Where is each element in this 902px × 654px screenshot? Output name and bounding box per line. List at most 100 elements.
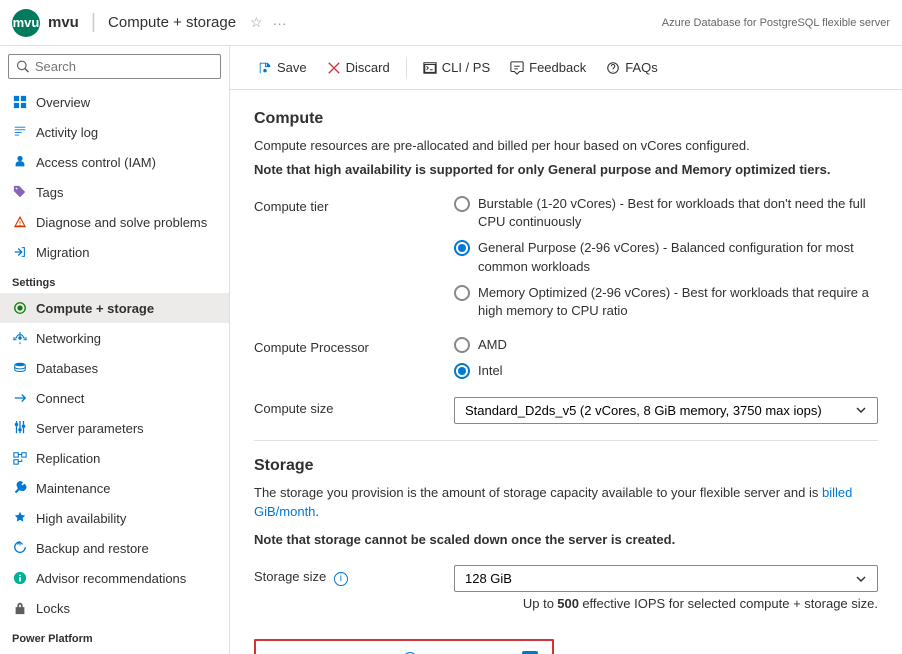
tier-memory[interactable]: Memory Optimized (2-96 vCores) - Best fo…: [454, 284, 878, 320]
sidebar-item-advisor[interactable]: Advisor recommendations: [0, 563, 229, 593]
save-button[interactable]: Save: [250, 55, 315, 80]
sidebar-item-access-control[interactable]: Access control (IAM): [0, 147, 229, 177]
storage-size-content: 128 GiB Up to 500 effective IOPS for sel…: [454, 565, 878, 611]
cli-ps-button[interactable]: CLI / PS: [415, 55, 498, 80]
server-params-label: Server parameters: [36, 421, 144, 436]
iops-value: 500: [557, 596, 579, 611]
title-separator: |: [91, 11, 96, 34]
sidebar-item-replication[interactable]: Replication: [0, 443, 229, 473]
storage-size-label: Storage size: [254, 569, 326, 584]
chevron-down-icon: [855, 404, 867, 416]
diagnose-icon: [12, 214, 28, 230]
iops-suffix: effective IOPS for selected compute + st…: [582, 596, 878, 611]
backup-icon: [12, 540, 28, 556]
maintenance-label: Maintenance: [36, 481, 110, 496]
processor-amd[interactable]: AMD: [454, 336, 878, 354]
compute-desc1: Compute resources are pre-allocated and …: [254, 136, 878, 156]
compute-size-select[interactable]: Standard_D2ds_v5 (2 vCores, 8 GiB memory…: [454, 397, 878, 424]
compute-desc2-strong: Note that high availability is supported…: [254, 162, 830, 177]
databases-icon: [12, 360, 28, 376]
compute-icon: [12, 300, 28, 316]
overview-icon: [12, 94, 28, 110]
star-icon[interactable]: ☆: [250, 14, 263, 31]
sidebar-item-maintenance[interactable]: Maintenance: [0, 473, 229, 503]
search-input[interactable]: [35, 59, 212, 74]
processor-options: AMD Intel: [454, 336, 878, 380]
compute-tier-row: Compute tier Burstable (1-20 vCores) - B…: [254, 195, 878, 320]
activity-icon: [12, 124, 28, 140]
discard-button[interactable]: Discard: [319, 55, 398, 80]
app-icon: mvu: [12, 9, 40, 37]
intel-label: Intel: [478, 362, 503, 380]
advisor-icon: [12, 570, 28, 586]
sidebar-item-server-params[interactable]: Server parameters: [0, 413, 229, 443]
maintenance-icon: [12, 480, 28, 496]
compute-processor-label: Compute Processor: [254, 336, 434, 355]
amd-radio[interactable]: [454, 337, 470, 353]
faqs-button[interactable]: FAQs: [598, 55, 666, 80]
sidebar-item-migration[interactable]: Migration: [0, 237, 229, 267]
toolbar-sep: [406, 58, 407, 78]
diagnose-label: Diagnose and solve problems: [36, 215, 207, 230]
replication-label: Replication: [36, 451, 100, 466]
tier-burstable-radio[interactable]: [454, 196, 470, 212]
databases-label: Databases: [36, 361, 98, 376]
search-box[interactable]: [8, 54, 221, 79]
feedback-label: Feedback: [529, 60, 586, 75]
cli-icon: [423, 61, 437, 75]
intel-radio[interactable]: [454, 363, 470, 379]
tier-memory-radio[interactable]: [454, 285, 470, 301]
faqs-icon: [606, 61, 620, 75]
sidebar-item-networking[interactable]: Networking: [0, 323, 229, 353]
sidebar-item-compute-storage[interactable]: Compute + storage: [0, 293, 229, 323]
feedback-button[interactable]: Feedback: [502, 55, 594, 80]
more-icon[interactable]: ···: [273, 15, 287, 31]
overview-label: Overview: [36, 95, 90, 110]
app-title: mvu: [48, 14, 79, 31]
high-availability-label: High availability: [36, 511, 126, 526]
page-title: Compute + storage: [108, 14, 236, 31]
save-icon: [258, 61, 272, 75]
sidebar: Overview Activity log Access control (IA…: [0, 46, 230, 654]
storage-desc2: Note that storage cannot be scaled down …: [254, 530, 878, 550]
sidebar-item-connect[interactable]: Connect: [0, 383, 229, 413]
advisor-label: Advisor recommendations: [36, 571, 186, 586]
backup-restore-label: Backup and restore: [36, 541, 149, 556]
top-bar: mvu mvu | Compute + storage ☆ ··· Azure …: [0, 0, 902, 46]
sidebar-item-locks[interactable]: Locks: [0, 593, 229, 623]
tag-icon: [12, 184, 28, 200]
compute-size-row: Compute size Standard_D2ds_v5 (2 vCores,…: [254, 397, 878, 424]
power-platform-section-label: Power Platform: [0, 623, 229, 649]
sidebar-item-activity-log[interactable]: Activity log: [0, 117, 229, 147]
params-icon: [12, 420, 28, 436]
sidebar-item-backup-restore[interactable]: Backup and restore: [0, 533, 229, 563]
sidebar-item-high-availability[interactable]: High availability: [0, 503, 229, 533]
settings-section-label: Settings: [0, 267, 229, 293]
tags-label: Tags: [36, 185, 63, 200]
autogrowth-box: Storage Auto-growth i: [254, 639, 554, 654]
sidebar-item-databases[interactable]: Databases: [0, 353, 229, 383]
sidebar-item-diagnose[interactable]: Diagnose and solve problems: [0, 207, 229, 237]
amd-label: AMD: [478, 336, 507, 354]
sidebar-item-overview[interactable]: Overview: [0, 87, 229, 117]
iops-prefix: Up to: [523, 596, 554, 611]
storage-size-label-group: Storage size i: [254, 565, 434, 586]
tier-burstable-label: Burstable (1-20 vCores) - Best for workl…: [478, 195, 878, 231]
processor-intel[interactable]: Intel: [454, 362, 878, 380]
tier-burstable[interactable]: Burstable (1-20 vCores) - Best for workl…: [454, 195, 878, 231]
networking-label: Networking: [36, 331, 101, 346]
compute-tier-label: Compute tier: [254, 195, 434, 214]
storage-size-info-icon[interactable]: i: [334, 572, 348, 586]
sidebar-item-tags[interactable]: Tags: [0, 177, 229, 207]
connect-icon: [12, 390, 28, 406]
tier-general-radio[interactable]: [454, 240, 470, 256]
tier-general[interactable]: General Purpose (2-96 vCores) - Balanced…: [454, 239, 878, 275]
storage-size-select[interactable]: 128 GiB: [454, 565, 878, 592]
faqs-label: FAQs: [625, 60, 658, 75]
discard-label: Discard: [346, 60, 390, 75]
networking-icon: [12, 330, 28, 346]
iops-note: Up to 500 effective IOPS for selected co…: [454, 596, 878, 611]
migration-icon: [12, 244, 28, 260]
billed-link[interactable]: billed GiB/month: [254, 485, 852, 520]
compute-processor-row: Compute Processor AMD Intel: [254, 336, 878, 380]
